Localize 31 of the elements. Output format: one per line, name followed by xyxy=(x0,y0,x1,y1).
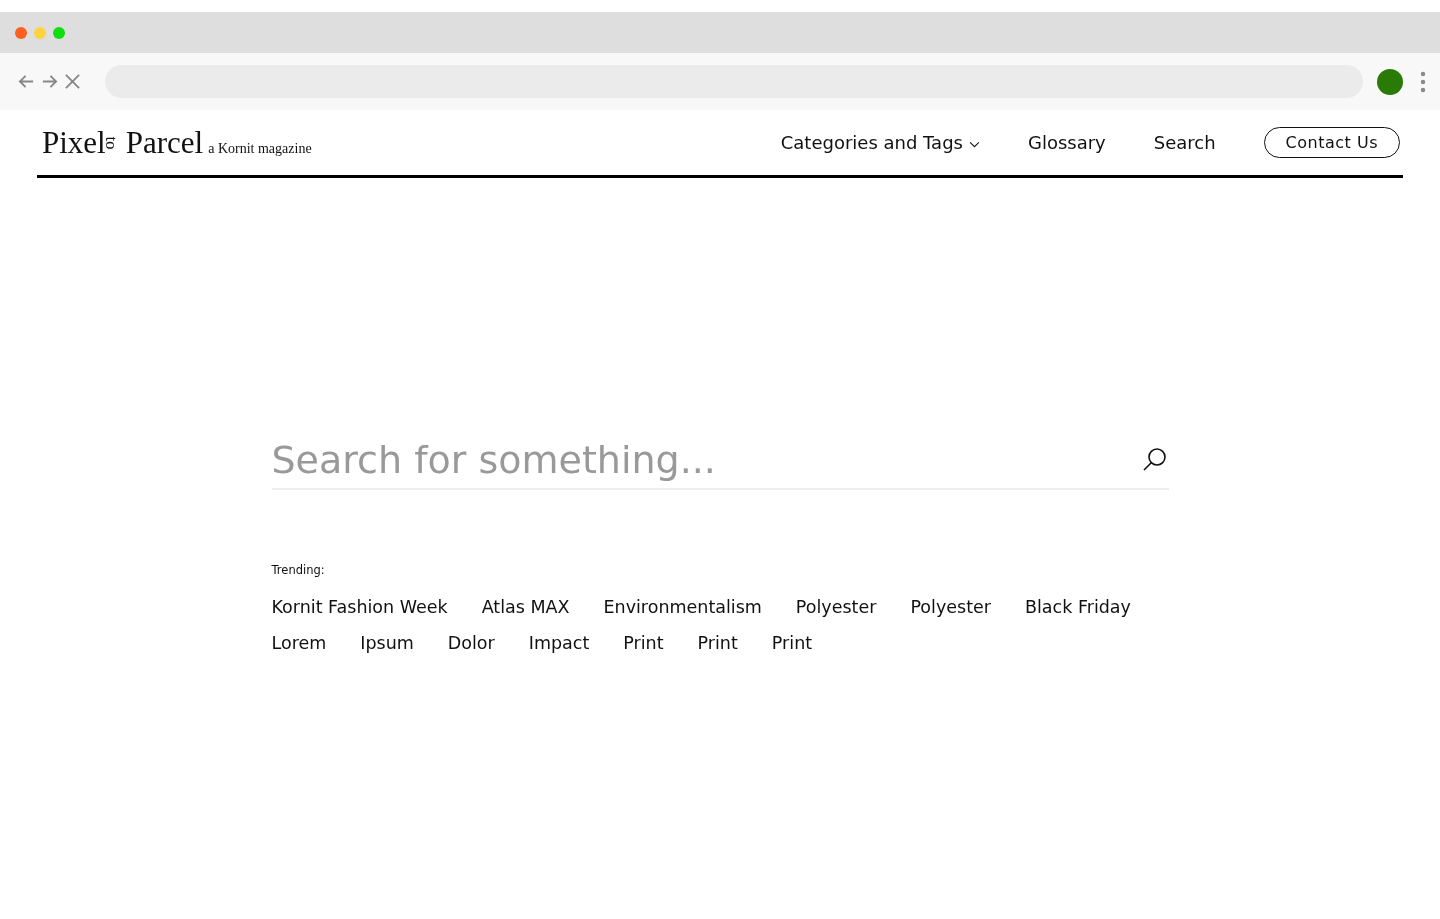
more-menu-icon[interactable] xyxy=(1420,70,1426,93)
maximize-window-dot[interactable] xyxy=(53,26,65,39)
trending-tag-link[interactable]: Print xyxy=(697,633,738,653)
trending-tag-link[interactable]: Polyester xyxy=(795,597,877,617)
trending-tag-link[interactable]: Print xyxy=(623,633,664,653)
trending-tag-link[interactable]: Atlas MAX xyxy=(481,597,570,617)
back-arrow-icon[interactable] xyxy=(18,73,35,90)
close-icon[interactable] xyxy=(64,73,81,90)
search-icon[interactable] xyxy=(1141,447,1168,473)
minimize-window-dot[interactable] xyxy=(34,26,46,39)
trending-tag-link[interactable]: Kornit Fashion Week xyxy=(271,597,448,617)
nav-link[interactable]: Search xyxy=(1153,132,1216,153)
close-window-dot[interactable] xyxy=(15,26,27,39)
trending-tag-link[interactable]: Print xyxy=(771,633,813,653)
trending-tag-link[interactable]: Polyester xyxy=(910,597,991,617)
caret-icon xyxy=(968,141,980,148)
logo-text[interactable]: Parcel xyxy=(125,124,204,161)
trending-tag-link[interactable]: Impact xyxy=(528,633,590,653)
profile-avatar[interactable] xyxy=(1377,68,1403,95)
trending-tag-link[interactable]: Environmentalism xyxy=(603,597,762,617)
trending-label: Trending: xyxy=(271,563,326,577)
search-field[interactable]: Search for something... xyxy=(271,438,1169,490)
nav-dropdown[interactable]: Categories and Tags xyxy=(780,132,980,153)
logo-tagline: a Kornit magazine xyxy=(208,140,312,157)
trending-tag-link[interactable]: Black Friday xyxy=(1025,597,1131,617)
trending-tag-link[interactable]: Dolor xyxy=(447,633,495,653)
logo-text[interactable]: Pixel xyxy=(42,124,106,161)
trending-tag-link[interactable]: Lorem xyxy=(271,633,327,653)
nav-link[interactable]: Glossary xyxy=(1027,132,1106,153)
forward-arrow-icon[interactable] xyxy=(41,73,58,90)
trending-tag-link[interactable]: Ipsum xyxy=(360,633,414,653)
